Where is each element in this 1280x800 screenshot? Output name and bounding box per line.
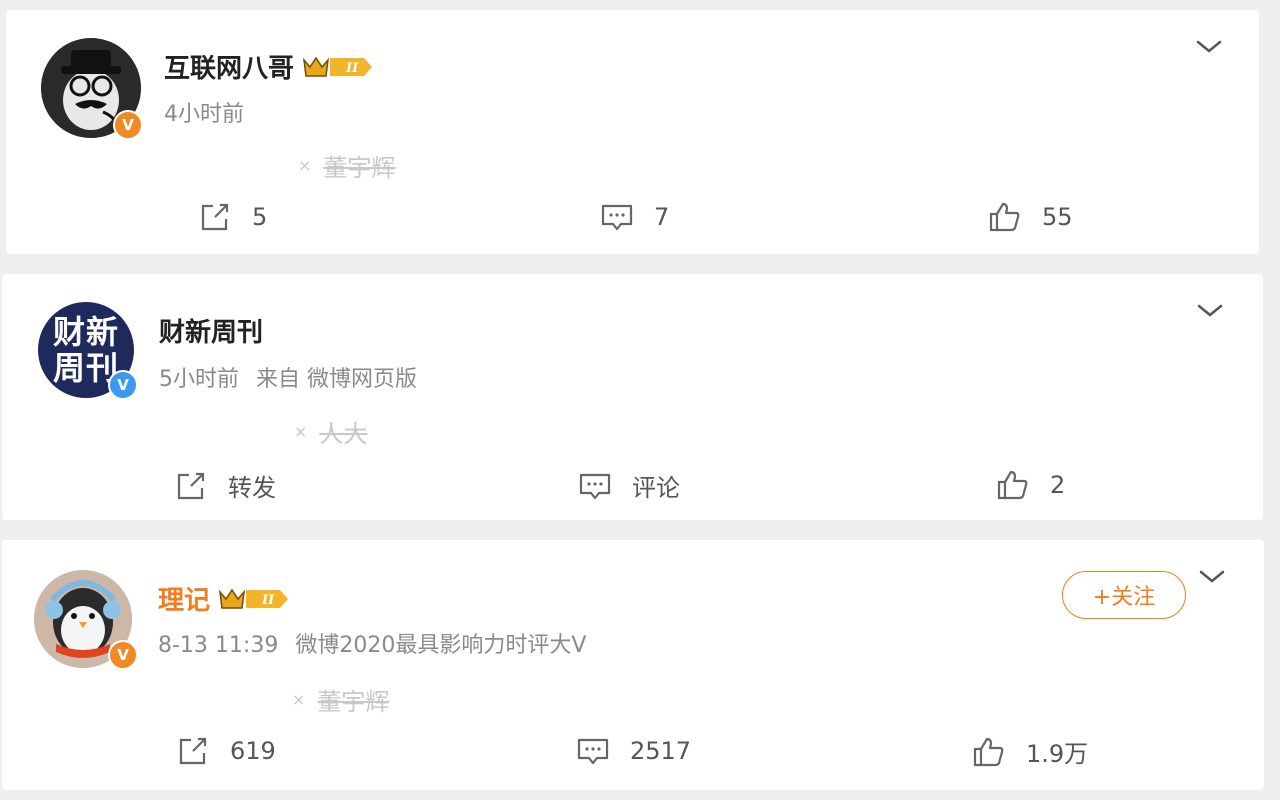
- avatar[interactable]: V: [41, 38, 143, 140]
- avatar[interactable]: 财新 周刊 V: [38, 302, 138, 400]
- close-icon: ×: [294, 422, 308, 441]
- like-icon: [989, 202, 1020, 232]
- author-name-text: 财新周刊: [159, 318, 264, 348]
- repost-button[interactable]: 转发: [174, 468, 276, 503]
- hashtag-text: 董宇辉: [323, 154, 396, 182]
- repost-icon: [201, 203, 229, 231]
- repost-icon: [177, 472, 205, 499]
- avatar[interactable]: V: [34, 570, 138, 670]
- comment-button[interactable]: 评论: [578, 468, 680, 503]
- verified-icon: V: [108, 370, 138, 400]
- repost-button[interactable]: 619: [176, 734, 276, 768]
- comment-icon: [601, 204, 633, 231]
- repost-count: 619: [230, 737, 276, 765]
- like-button[interactable]: 55: [988, 200, 1073, 234]
- author-name[interactable]: 互联网八哥 II: [164, 48, 374, 85]
- author-name-text: 互联网八哥: [164, 54, 295, 84]
- crown-icon: II: [218, 588, 289, 609]
- post-source: 微博2020最具影响力时评大V: [295, 633, 587, 658]
- author-name[interactable]: 理记 II: [158, 580, 290, 617]
- hashtag[interactable]: × 人大: [294, 414, 367, 449]
- post-source: 来自 微博网页版: [256, 367, 417, 392]
- post-card: V 理记 II 8-13 11:39 微博2020最具影响力时评大V × 董宇辉…: [2, 540, 1264, 790]
- post-card: 财新 周刊 V 财新周刊 5小时前 来自 微博网页版 × 人大 转发 评论 2: [2, 274, 1263, 520]
- hashtag-text: 董宇辉: [317, 688, 390, 716]
- comment-count: 7: [654, 203, 670, 231]
- crown-icon: II: [302, 56, 373, 77]
- close-icon: ×: [292, 690, 306, 709]
- like-count: 1.9万: [1026, 740, 1089, 768]
- post-meta: 5小时前 来自 微博网页版: [159, 361, 417, 393]
- like-icon: [973, 737, 1004, 766]
- close-icon: ×: [298, 156, 312, 175]
- chevron-down-icon[interactable]: [1195, 300, 1225, 320]
- hashtag[interactable]: × 董宇辉: [298, 148, 395, 183]
- like-button[interactable]: 1.9万: [972, 734, 1088, 769]
- comment-count: 2517: [630, 737, 692, 765]
- crown-level: II: [345, 61, 359, 76]
- verified-icon: V: [108, 640, 138, 670]
- comment-icon: [579, 473, 611, 499]
- chevron-down-icon[interactable]: [1194, 36, 1224, 56]
- hashtag-text: 人大: [319, 420, 368, 448]
- hashtag[interactable]: × 董宇辉: [292, 682, 389, 717]
- repost-icon: [179, 737, 207, 765]
- chevron-down-icon[interactable]: [1197, 566, 1227, 586]
- author-name-text: 理记: [158, 586, 211, 616]
- verified-icon: V: [113, 110, 143, 140]
- post-time: 4小时前: [164, 102, 244, 127]
- crown-level: II: [261, 593, 275, 608]
- author-name[interactable]: 财新周刊: [159, 312, 263, 349]
- like-button[interactable]: 2: [996, 468, 1065, 502]
- comment-button[interactable]: 2517: [576, 734, 691, 768]
- comment-icon: [577, 738, 609, 765]
- comment-button[interactable]: 7: [600, 200, 669, 234]
- repost-label: 转发: [228, 474, 276, 502]
- post-meta: 8-13 11:39 微博2020最具影响力时评大V: [158, 627, 586, 659]
- comment-label: 评论: [632, 474, 680, 502]
- post-card: V 互联网八哥 II 4小时前 × 董宇辉 5 7 55: [6, 10, 1259, 254]
- like-count: 55: [1042, 203, 1073, 231]
- like-count: 2: [1050, 471, 1066, 499]
- repost-button[interactable]: 5: [198, 200, 267, 234]
- post-time: 5小时前: [159, 367, 239, 392]
- follow-button[interactable]: +关注: [1062, 571, 1186, 619]
- post-time: 8-13 11:39: [158, 633, 279, 658]
- avatar-text-top: 财新: [52, 313, 119, 351]
- like-icon: [997, 470, 1028, 500]
- repost-count: 5: [252, 203, 268, 231]
